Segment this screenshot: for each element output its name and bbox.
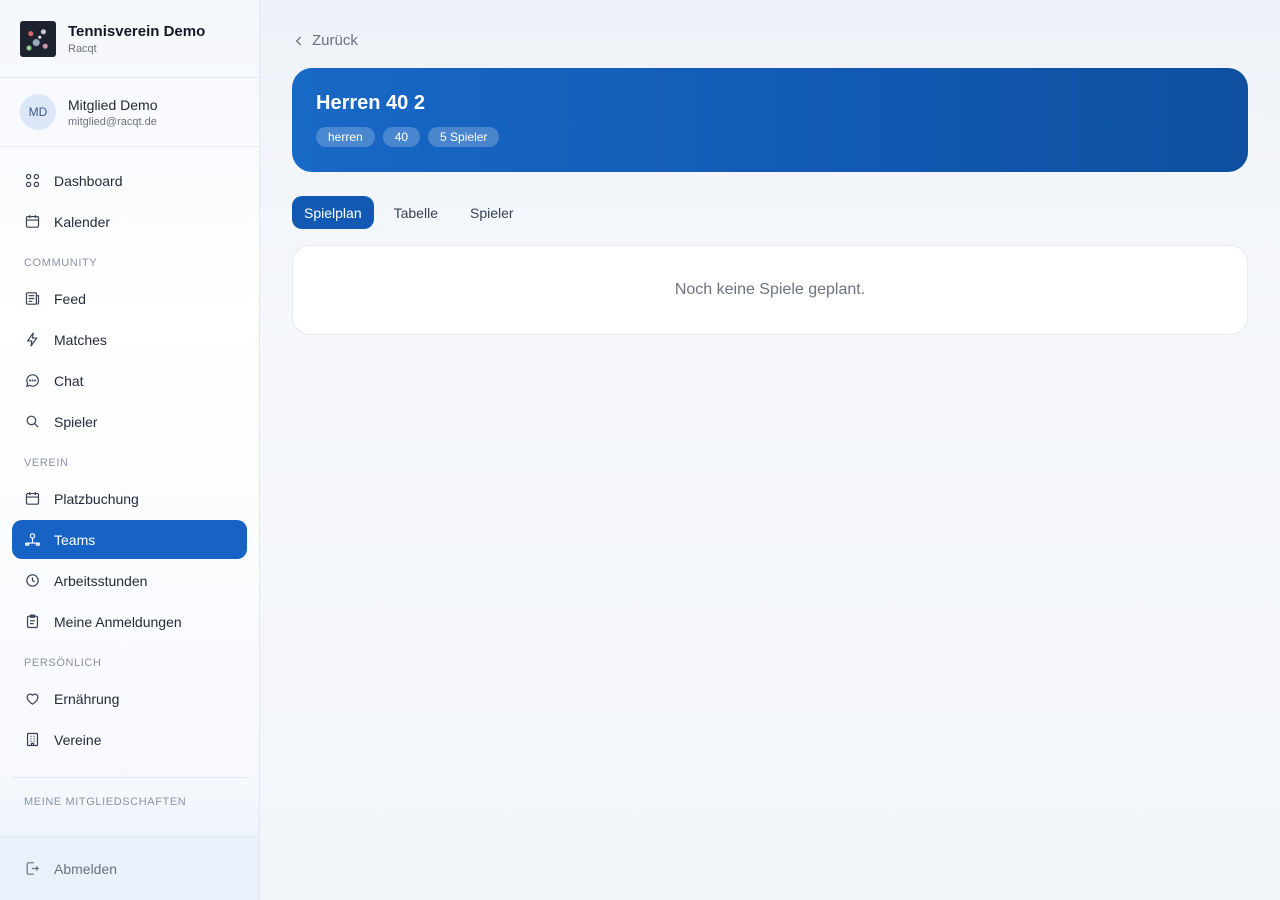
grid-icon [25, 173, 40, 188]
sidebar-item-label: Teams [54, 531, 96, 548]
team-hierarchy-icon [25, 533, 40, 546]
sidebar-item-dashboard[interactable]: Dashboard [12, 161, 247, 200]
brand-header[interactable]: Tennisverein Demo Racqt [0, 0, 259, 78]
sidebar-item-matches[interactable]: Matches [12, 320, 247, 359]
club-logo [20, 20, 56, 57]
sidebar-item-label: Ernährung [54, 690, 120, 707]
search-icon [26, 415, 39, 428]
logout-label: Abmelden [54, 860, 118, 877]
sidebar-item-label: Vereine [54, 731, 102, 748]
sidebar-item-label: Arbeitsstunden [54, 572, 148, 589]
empty-state-message: Noch keine Spiele geplant. [674, 281, 866, 298]
team-header-card: Herren 40 2 herren 40 5 Spieler [292, 68, 1248, 172]
sidebar: Tennisverein Demo Racqt MD Mitglied Demo… [0, 0, 260, 900]
sidebar-item-platzbuchung[interactable]: Platzbuchung [12, 479, 247, 518]
lightning-icon [26, 332, 38, 347]
logout-button[interactable]: Abmelden [0, 836, 259, 900]
building-icon [26, 732, 39, 747]
sidebar-item-label: Kalender [54, 213, 111, 230]
calendar-icon [25, 215, 40, 228]
sidebar-item-chat[interactable]: Chat [12, 361, 247, 400]
user-name: Mitglied Demo [68, 96, 158, 113]
empty-state-card: Noch keine Spiele geplant. [292, 245, 1248, 335]
section-label-persoenlich: PERSÖNLICH [24, 657, 102, 669]
team-tabs: Spielplan Tabelle Spieler [292, 196, 534, 229]
sidebar-item-arbeitsstunden[interactable]: Arbeitsstunden [12, 561, 247, 600]
newspaper-icon [25, 292, 40, 305]
sidebar-item-label: Dashboard [54, 172, 123, 189]
tag-player-count: 5 Spieler [428, 127, 500, 147]
section-label-verein: VEREIN [24, 457, 69, 469]
clock-icon [26, 574, 39, 587]
sidebar-item-spieler[interactable]: Spieler [12, 402, 247, 441]
sidebar-item-ernaehrung[interactable]: Ernährung [12, 679, 247, 718]
tag-age-class: 40 [382, 127, 421, 147]
tab-spieler[interactable]: Spieler [458, 196, 526, 229]
avatar: MD [20, 94, 56, 130]
sidebar-item-teams[interactable]: Teams [12, 520, 247, 559]
sidebar-nav: Dashboard Kalender COMMUNITY Feed Matche… [0, 147, 259, 806]
back-label: Zurück [312, 32, 358, 49]
section-label-mitgliedschaften: MEINE MITGLIEDSCHAFTEN [24, 796, 187, 806]
clipboard-icon [26, 614, 39, 629]
sidebar-item-kalender[interactable]: Kalender [12, 202, 247, 241]
sidebar-item-label: Spieler [54, 413, 98, 430]
chat-bubble-icon [25, 374, 39, 388]
sidebar-item-anmeldungen[interactable]: Meine Anmeldungen [12, 602, 247, 641]
heart-icon [26, 693, 39, 705]
chevron-left-icon [295, 35, 302, 46]
user-email: mitglied@racqt.de [68, 115, 157, 128]
calendar-icon [25, 492, 40, 505]
logout-icon [26, 862, 40, 875]
sidebar-item-label: Feed [54, 290, 86, 307]
sidebar-item-vereine[interactable]: Vereine [12, 720, 247, 759]
sidebar-item-label: Chat [54, 372, 84, 389]
sidebar-item-feed[interactable]: Feed [12, 279, 247, 318]
sidebar-item-label: Platzbuchung [54, 490, 139, 507]
team-title: Herren 40 2 [316, 92, 425, 114]
section-label-community: COMMUNITY [24, 257, 98, 269]
back-link[interactable]: Zurück [292, 32, 358, 49]
sidebar-item-label: Meine Anmeldungen [54, 613, 182, 630]
tab-tabelle[interactable]: Tabelle [382, 196, 450, 229]
tag-gender: herren [316, 127, 375, 147]
sidebar-divider [12, 777, 247, 778]
app-name: Racqt [68, 42, 97, 55]
sidebar-item-label: Matches [54, 331, 107, 348]
club-name: Tennisverein Demo [68, 22, 206, 40]
team-tags: herren 40 5 Spieler [316, 127, 1224, 147]
user-profile[interactable]: MD Mitglied Demo mitglied@racqt.de [0, 78, 259, 147]
tab-spielplan[interactable]: Spielplan [292, 196, 374, 229]
